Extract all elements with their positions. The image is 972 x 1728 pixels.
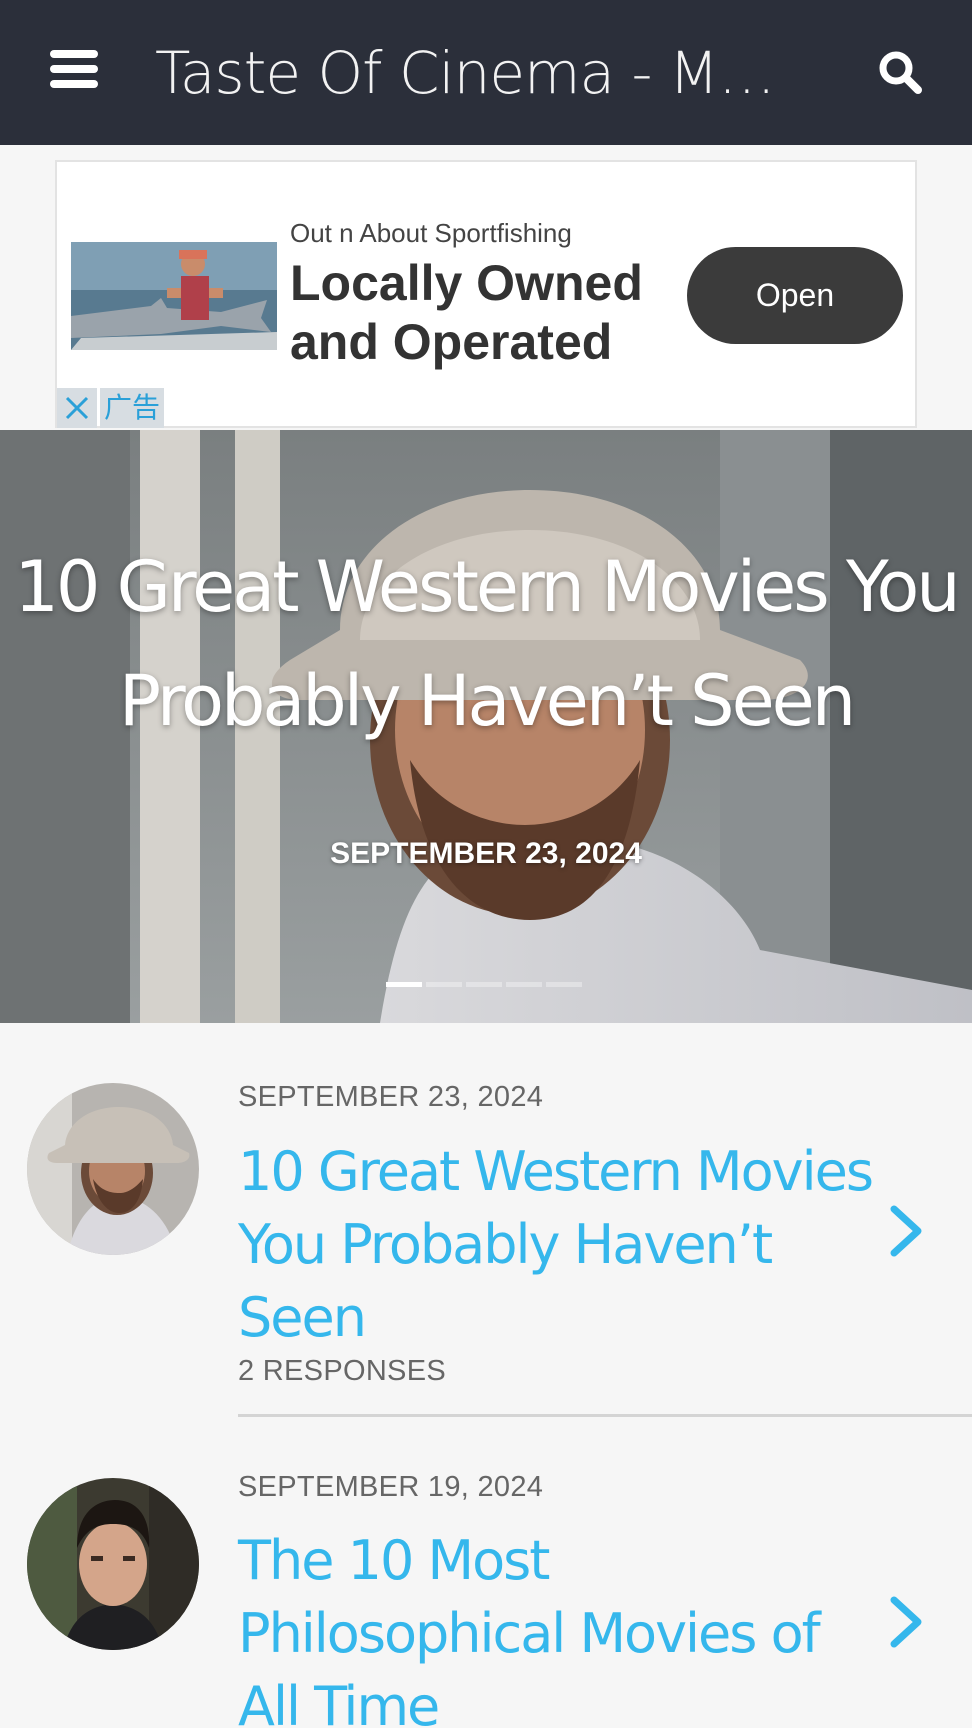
hero-date: SEPTEMBER 23, 2024 [330, 837, 642, 870]
ad-fishing-photo[interactable] [71, 242, 277, 350]
ad-banner[interactable]: Out n About Sportfishing Locally Owned a… [55, 160, 917, 428]
menu-bar [50, 80, 98, 88]
slider-dot[interactable] [546, 982, 582, 987]
hamburger-menu-icon[interactable] [50, 50, 98, 90]
slider-dot[interactable] [426, 982, 462, 987]
site-title[interactable]: Taste Of Cinema - Mo... [155, 38, 795, 108]
site-header: Taste Of Cinema - Mo... [0, 0, 972, 145]
hero-slider[interactable]: 10 Great Western Movies You Probably Hav… [0, 430, 972, 1023]
slider-dot[interactable] [506, 982, 542, 987]
ad-label[interactable]: 广告 [100, 388, 165, 428]
divider [238, 1414, 972, 1417]
post-item: SEPTEMBER 23, 2024 10 Great Western Movi… [0, 1023, 972, 1423]
post-title-link[interactable]: 10 Great Western Movies You Probably Hav… [238, 1135, 878, 1354]
hero-title[interactable]: 10 Great Western Movies You Probably Hav… [0, 530, 972, 758]
ad-headline[interactable]: Locally Owned and Operated [290, 254, 650, 372]
post-date: SEPTEMBER 19, 2024 [238, 1471, 544, 1503]
menu-bar [50, 65, 98, 73]
close-icon[interactable] [57, 388, 97, 428]
ad-badges: 广告 [57, 388, 165, 428]
post-title-link[interactable]: The 10 Most Philosophical Movies of All … [238, 1524, 878, 1728]
post-thumbnail[interactable] [27, 1083, 199, 1255]
post-date: SEPTEMBER 23, 2024 [238, 1081, 544, 1113]
ad-open-button[interactable]: Open [687, 247, 903, 344]
slider-dot[interactable] [386, 982, 422, 987]
post-item: SEPTEMBER 19, 2024 The 10 Most Philosoph… [0, 1418, 972, 1728]
slider-dot[interactable] [466, 982, 502, 987]
post-thumbnail[interactable] [27, 1478, 199, 1650]
chevron-right-icon[interactable] [886, 1594, 926, 1650]
menu-bar [50, 50, 98, 58]
slider-pagination [386, 982, 586, 987]
post-responses[interactable]: 2 RESPONSES [238, 1355, 446, 1388]
chevron-right-icon[interactable] [886, 1203, 926, 1259]
ad-brand-name[interactable]: Out n About Sportfishing [290, 218, 572, 249]
search-icon[interactable] [876, 48, 924, 96]
